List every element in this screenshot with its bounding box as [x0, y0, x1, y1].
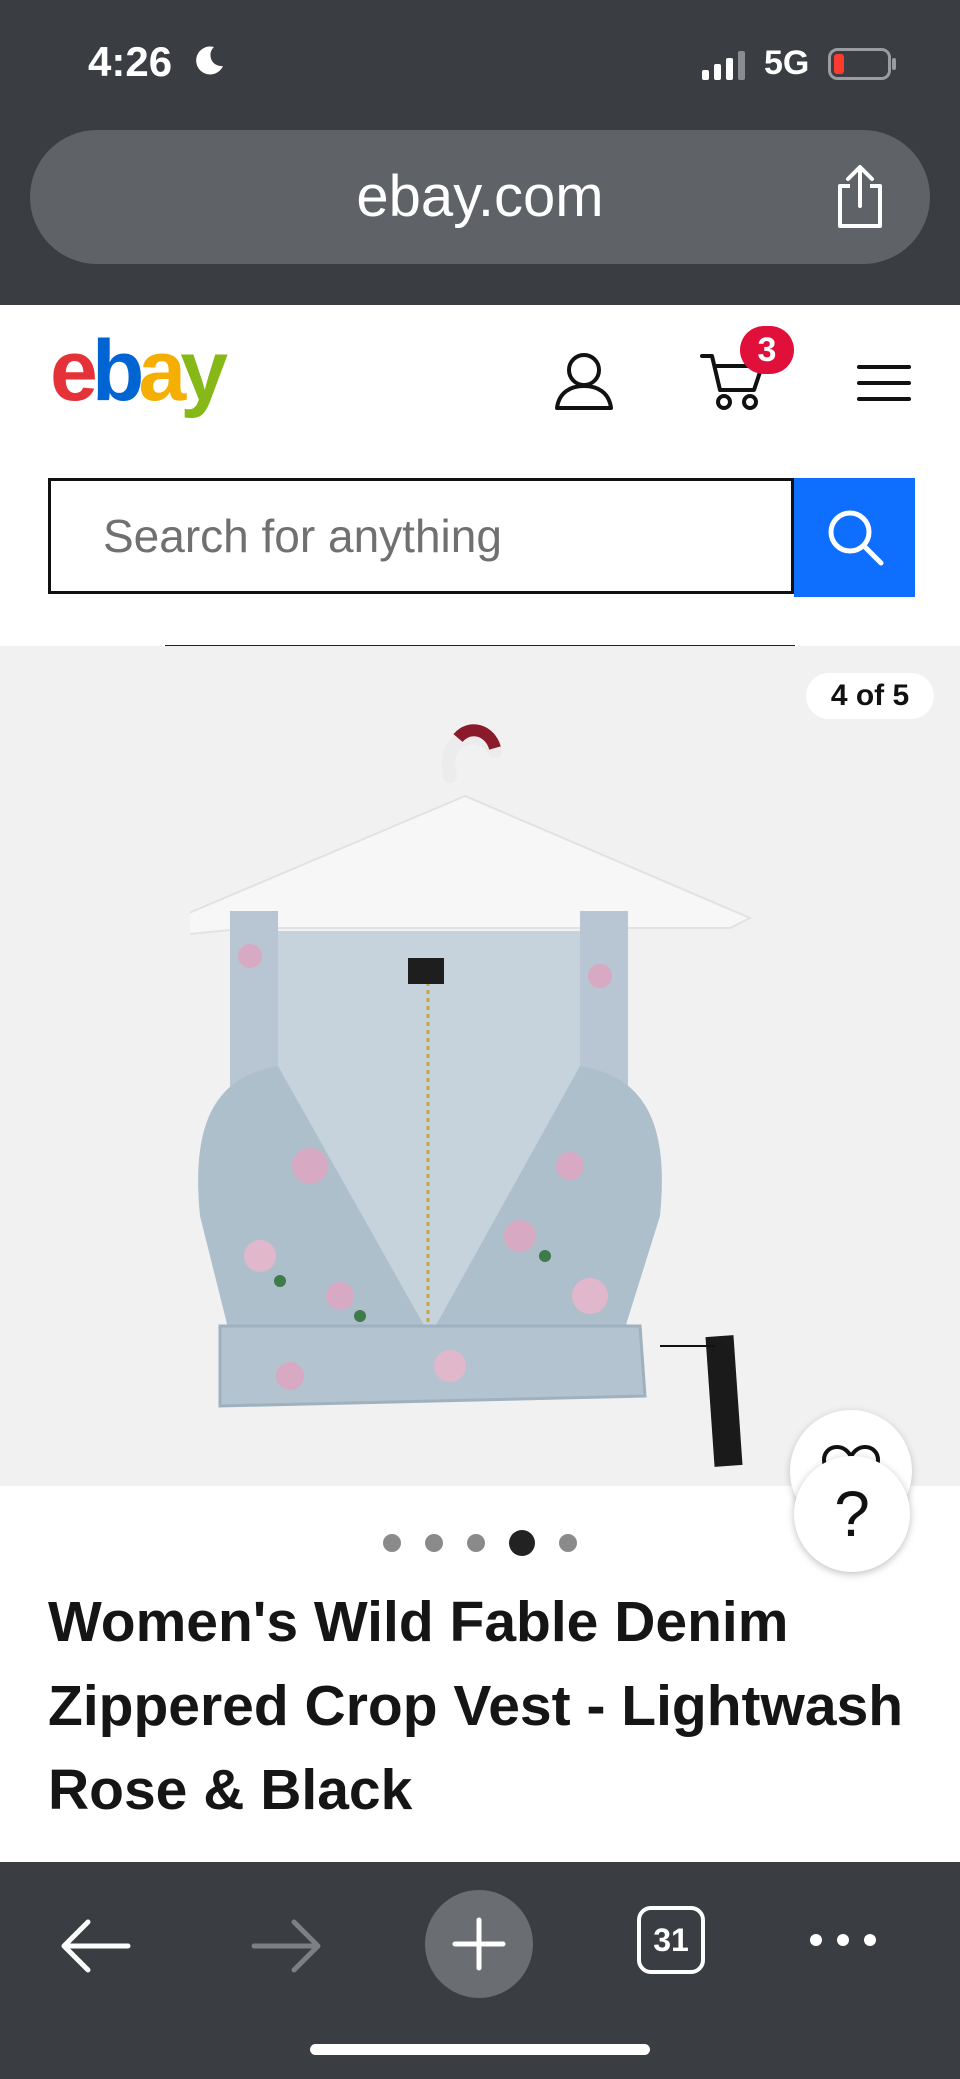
- url-text: ebay.com: [356, 164, 604, 229]
- tabs-button[interactable]: 31: [637, 1906, 705, 1974]
- browser-top-bar: 4:26 5G ebay.com: [0, 0, 960, 305]
- search-field[interactable]: [48, 478, 794, 594]
- search-button[interactable]: [794, 478, 915, 597]
- status-time: 4:26: [88, 38, 173, 85]
- pagination-dot[interactable]: [509, 1530, 535, 1556]
- search-input[interactable]: [51, 481, 791, 591]
- image-counter: 4 of 5: [806, 673, 934, 719]
- pagination-dot[interactable]: [467, 1534, 485, 1552]
- pagination-dot[interactable]: [425, 1534, 443, 1552]
- gallery-pagination: [0, 1530, 960, 1560]
- share-icon[interactable]: [830, 164, 890, 230]
- home-indicator: [310, 2044, 650, 2055]
- product-title: Women's Wild Fable Denim Zippered Crop V…: [48, 1590, 904, 1822]
- pagination-dot[interactable]: [559, 1534, 577, 1552]
- cart-count-badge: 3: [740, 326, 794, 374]
- browser-bottom-toolbar: 31: [0, 1862, 960, 2079]
- ebay-logo[interactable]: ebay: [50, 330, 250, 420]
- address-bar[interactable]: ebay.com: [30, 130, 930, 264]
- new-tab-button[interactable]: [425, 1890, 533, 1998]
- back-arrow-icon[interactable]: [58, 1914, 132, 1978]
- more-icon[interactable]: [806, 1928, 880, 1952]
- menu-icon[interactable]: [855, 363, 913, 403]
- svg-text:ebay: ebay: [50, 330, 228, 419]
- moon-icon: [196, 46, 223, 75]
- signal-icon: [702, 51, 745, 80]
- plus-icon: [452, 1917, 506, 1971]
- product-image[interactable]: [190, 696, 790, 1476]
- product-image-gallery[interactable]: 4 of 5: [0, 646, 960, 1486]
- search-icon: [828, 510, 884, 566]
- pagination-dot[interactable]: [383, 1534, 401, 1552]
- account-icon[interactable]: [553, 350, 615, 412]
- network-type: 5G: [764, 44, 810, 82]
- forward-arrow-icon[interactable]: [250, 1914, 324, 1978]
- battery-icon: [828, 48, 896, 80]
